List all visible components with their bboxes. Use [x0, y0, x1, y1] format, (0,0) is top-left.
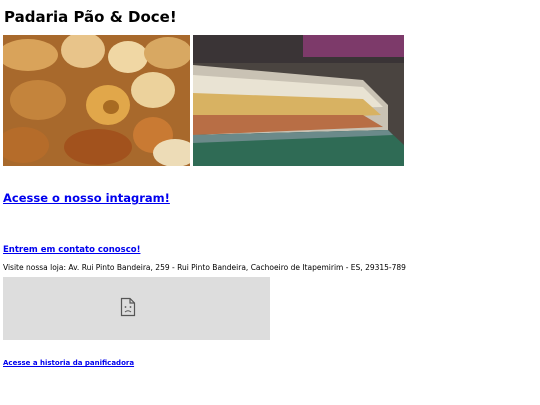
map-embed[interactable]: [3, 277, 270, 340]
broken-page-icon: [120, 297, 136, 321]
instagram-link[interactable]: Acesse o nosso intagram!: [3, 190, 170, 206]
bakery-counter-photo: [193, 35, 404, 166]
page-title: Padaria Pão & Doce!: [4, 8, 177, 26]
bread-photo: [3, 35, 190, 166]
store-address: Visite nossa loja: Av. Rui Pinto Bandeir…: [3, 263, 406, 272]
history-link[interactable]: Acesse a historia da panificadora: [3, 358, 134, 368]
contact-link[interactable]: Entrem em contato conosco!: [3, 244, 140, 256]
